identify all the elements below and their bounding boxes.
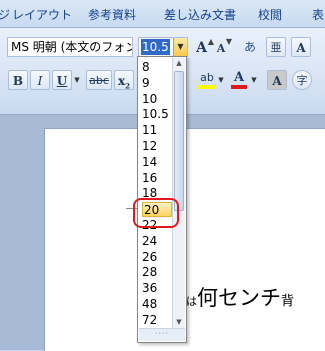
- enclose-char-button[interactable]: 字: [292, 70, 312, 90]
- tab-table[interactable]: 表: [312, 6, 324, 23]
- strikethrough-button[interactable]: abc: [86, 70, 112, 90]
- font-size-option[interactable]: 24: [142, 234, 174, 249]
- shrink-arrow-icon: ▼: [225, 37, 233, 46]
- font-size-option[interactable]: 14: [142, 155, 174, 170]
- font-size-option[interactable]: 26: [142, 250, 174, 265]
- italic-button[interactable]: I: [30, 70, 50, 90]
- scroll-thumb[interactable]: [174, 71, 184, 211]
- chevron-down-icon[interactable]: ▼: [73, 70, 81, 90]
- ribbon-tab-bar: ジ レイアウト 参考資料 差し込み文書 校閲 表: [0, 0, 325, 28]
- chevron-down-icon[interactable]: ▼: [217, 70, 225, 90]
- doc-text-large: 何センチ: [197, 286, 281, 310]
- scrollbar[interactable]: ▲ ▼: [172, 58, 185, 328]
- resize-grip[interactable]: ····: [139, 328, 185, 341]
- font-name-combobox[interactable]: MS 明朝 (本文のフォン: [7, 37, 133, 57]
- font-color-bar: [231, 85, 247, 89]
- clear-format-button[interactable]: あ: [240, 37, 260, 57]
- doc-text-small: は: [186, 295, 197, 308]
- font-size-value[interactable]: 10.5: [141, 39, 170, 55]
- highlight-color-bar: [197, 85, 215, 89]
- font-size-option[interactable]: 8: [142, 60, 174, 75]
- chevron-down-icon[interactable]: ▼: [173, 38, 187, 56]
- scroll-down-icon[interactable]: ▼: [173, 317, 185, 328]
- char-shading-button[interactable]: A: [267, 70, 287, 90]
- tab-mailings[interactable]: 差し込み文書: [164, 6, 236, 23]
- char-border-button[interactable]: A: [291, 37, 311, 57]
- font-size-option[interactable]: 10.5: [142, 107, 174, 122]
- chevron-down-icon[interactable]: ▼: [250, 70, 258, 90]
- font-size-option[interactable]: 72: [142, 313, 174, 328]
- font-size-option[interactable]: 9: [142, 76, 174, 91]
- tab-review[interactable]: 校閲: [258, 6, 282, 23]
- font-size-option[interactable]: 12: [142, 139, 174, 154]
- scroll-up-icon[interactable]: ▲: [173, 58, 185, 69]
- font-size-option[interactable]: 36: [142, 281, 174, 296]
- font-size-option[interactable]: 28: [142, 265, 174, 280]
- tab-partial[interactable]: ジ: [0, 6, 10, 23]
- doc-text-tail: 背: [281, 294, 295, 309]
- font-size-option[interactable]: 48: [142, 297, 174, 312]
- bold-button[interactable]: B: [8, 70, 28, 90]
- tab-references[interactable]: 参考資料: [88, 6, 136, 23]
- phonetic-guide-button[interactable]: 亜: [266, 37, 286, 57]
- font-size-option[interactable]: 11: [142, 123, 174, 138]
- annotation-circle: [133, 198, 179, 228]
- font-size-option[interactable]: 16: [142, 171, 174, 186]
- font-size-combobox[interactable]: 10.5 ▼: [138, 37, 188, 57]
- underline-button[interactable]: U: [52, 70, 72, 90]
- font-size-option[interactable]: 10: [142, 92, 174, 107]
- tab-layout[interactable]: レイアウト: [12, 6, 72, 23]
- document-text: は何センチ背: [186, 282, 294, 312]
- subscript-button[interactable]: x2: [114, 70, 134, 90]
